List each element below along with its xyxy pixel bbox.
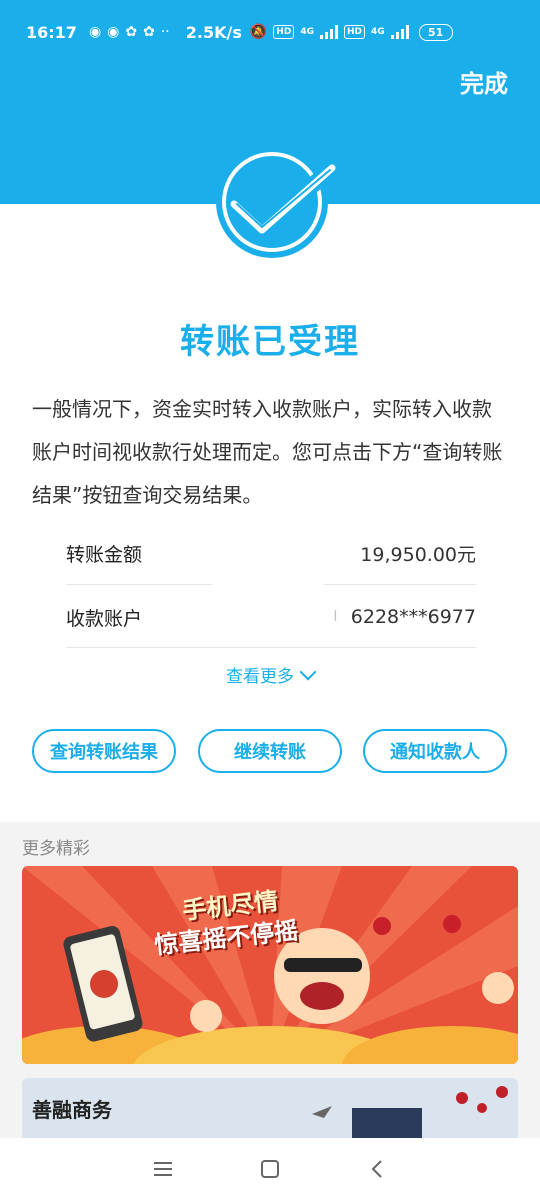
signal-icon-2: [390, 25, 409, 39]
detail-row-amount: 转账金额 19,950.00元: [66, 522, 476, 584]
detail-row-account: 收款账户 ⦚ 6228***6977: [66, 586, 476, 648]
divider: [66, 584, 212, 585]
network-speed: 2.5K/s: [185, 22, 242, 42]
detail-value-account: 6228***6977: [350, 606, 476, 628]
result-title: 转账已受理: [180, 322, 360, 362]
chevron-down-icon: [299, 663, 317, 680]
mute-icon: 🔕: [249, 24, 268, 40]
back-button[interactable]: [357, 1149, 397, 1189]
back-arrow-icon: [371, 1160, 382, 1178]
battery-icon: 51: [418, 23, 453, 41]
banner2-title: 善融商务: [32, 1098, 112, 1122]
more-dots-icon: ··: [160, 24, 170, 40]
success-check-icon: [204, 146, 342, 258]
signal-icon: [319, 25, 338, 39]
hd-badge-2: HD: [343, 25, 365, 39]
detail-label-account: 收款账户: [66, 607, 143, 630]
app-icon: ✿: [125, 24, 138, 40]
status-bar: 16:17 ◉ ◉ ✿ ✿ ·· 2.5K/s 🔕 HD 4G HD 4G 51: [0, 0, 540, 64]
square-icon: [260, 1160, 279, 1178]
shanrong-banner[interactable]: 善融商务: [22, 1078, 518, 1138]
query-result-button[interactable]: 查询转账结果: [32, 729, 176, 773]
network-type: 4G: [300, 27, 314, 37]
app-icon-2: ✿: [143, 24, 155, 40]
network-type-2: 4G: [370, 27, 385, 37]
status-time: 16:17: [26, 22, 77, 42]
shake-promo-banner[interactable]: 手机尽情 惊喜摇不停摇: [22, 866, 518, 1064]
view-more-label: 查看更多: [226, 667, 294, 687]
wechat-icon: ◉: [88, 24, 102, 40]
hd-badge: HD: [273, 25, 295, 39]
home-button[interactable]: [250, 1149, 290, 1189]
wechat-icon-2: ◉: [107, 24, 120, 40]
result-description: 一般情况下，资金实时转入收款账户，实际转入收款账户时间视收款行处理而定。您可点击…: [32, 397, 503, 507]
continue-transfer-button[interactable]: 继续转账: [198, 729, 342, 773]
detail-label-amount: 转账金额: [66, 543, 143, 566]
detail-value-amount: 19,950.00元: [360, 543, 476, 566]
divider: [324, 584, 476, 585]
divider: [66, 647, 476, 648]
notify-payee-button[interactable]: 通知收款人: [363, 729, 507, 773]
system-nav-bar: [0, 1138, 540, 1200]
transfer-result-screen: 16:17 ◉ ◉ ✿ ✿ ·· 2.5K/s 🔕 HD 4G HD 4G 51…: [0, 0, 540, 1200]
recent-apps-button[interactable]: [143, 1149, 183, 1189]
done-button[interactable]: 完成: [460, 64, 508, 99]
view-more-link[interactable]: 查看更多: [0, 662, 540, 687]
menu-icon: [154, 1162, 173, 1176]
more-section-title: 更多精彩: [22, 839, 90, 859]
bank-logo-icon: ⦚: [333, 609, 337, 625]
